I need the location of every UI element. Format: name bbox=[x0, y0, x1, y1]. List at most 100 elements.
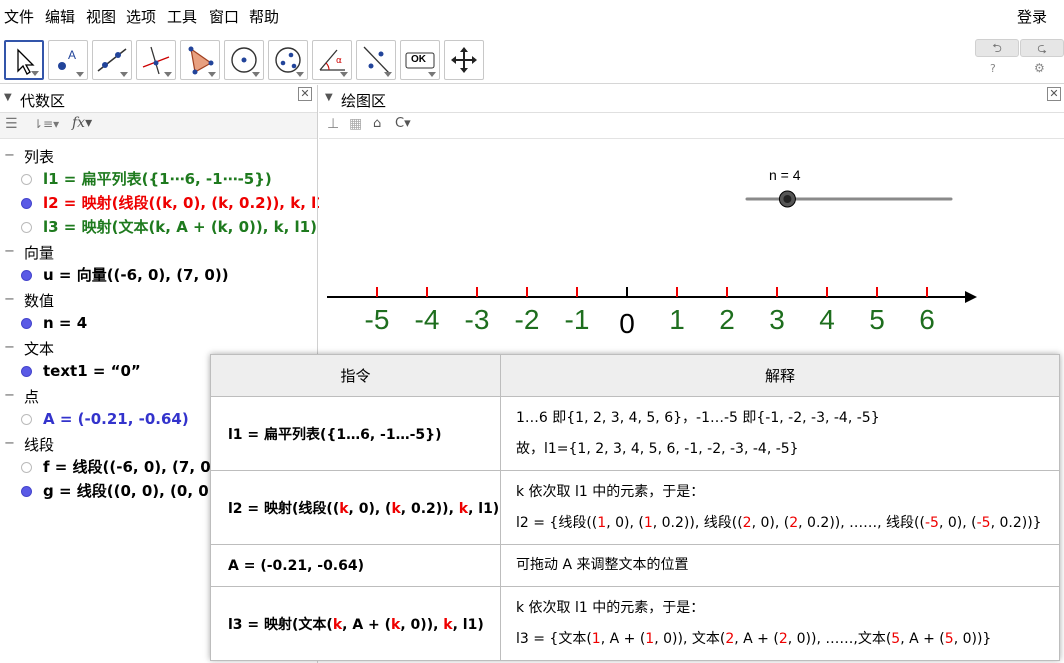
row-l2-desc: k 依次取 l1 中的元素，于是： l2 = {线段((1, 0), (1, 0… bbox=[500, 470, 1060, 545]
text-part: 2 bbox=[778, 630, 788, 647]
desc-line: k 依次取 l1 中的元素，于是： bbox=[516, 483, 705, 500]
settings-icon[interactable]: ⚙ bbox=[1034, 61, 1045, 75]
menu-window[interactable]: 窗口 bbox=[209, 8, 239, 26]
algebra-item[interactable]: l1 = 扁平列表({1⋯6, -1⋯-5}) bbox=[43, 170, 272, 188]
close-icon[interactable]: ✕ bbox=[1047, 87, 1061, 101]
menu-help[interactable]: 帮助 bbox=[249, 8, 279, 26]
row-l1-command: l1 = 扁平列表({1…6, -1…-5}) bbox=[210, 396, 501, 471]
desc-line: 1…6 即{1, 2, 3, 4, 5, 6}，-1…-5 即{-1, -2, … bbox=[516, 409, 880, 426]
menu-lines-icon[interactable]: ☰ bbox=[5, 116, 18, 132]
group-collapse-icon[interactable]: − bbox=[4, 292, 15, 307]
algebra-item[interactable]: n = 4 bbox=[43, 314, 87, 332]
text-part: 5 bbox=[944, 630, 954, 647]
text-part: , 0)), 文本( bbox=[654, 630, 726, 647]
text-part: k bbox=[339, 500, 349, 517]
text-part: , A + ( bbox=[900, 630, 945, 647]
group-collapse-icon[interactable]: − bbox=[4, 436, 15, 451]
collapse-triangle-icon[interactable]: ▼ bbox=[325, 92, 333, 103]
algebra-item[interactable]: f = 线段((-6, 0), (7, 0)) bbox=[43, 458, 224, 476]
login-button[interactable]: 登录 bbox=[1017, 8, 1047, 26]
algebra-item[interactable]: l2 = 映射(线段((k, 0), (k, 0.2)), k, l1) bbox=[43, 194, 334, 212]
graphics-header: ▼ 绘图区 ✕ bbox=[319, 85, 1064, 113]
circle-tool-button[interactable] bbox=[224, 40, 264, 80]
visibility-toggle[interactable] bbox=[21, 366, 32, 377]
text-part: -5 bbox=[924, 514, 939, 531]
text-part: l2 = {线段(( bbox=[516, 514, 598, 531]
row-l2-command: l2 = 映射(线段((k, 0), (k, 0.2)), k, l1) bbox=[210, 470, 501, 545]
algebra-item[interactable]: u = 向量((-6, 0), (7, 0)) bbox=[43, 266, 229, 284]
algebra-item[interactable]: text1 = “0” bbox=[43, 362, 141, 380]
menu-options[interactable]: 选项 bbox=[126, 8, 156, 26]
text-part: l2 = 映射(线段(( bbox=[228, 500, 340, 517]
move-tool-button[interactable] bbox=[4, 40, 44, 80]
group-collapse-icon[interactable]: − bbox=[4, 244, 15, 259]
algebra-item[interactable]: A = (-0.21, -0.64) bbox=[43, 410, 189, 428]
text-part: , 0), ( bbox=[938, 514, 977, 531]
undo-button[interactable]: ⮌ bbox=[975, 39, 1019, 57]
fx-icon[interactable]: fx▾ bbox=[72, 115, 92, 131]
close-icon[interactable]: ✕ bbox=[298, 87, 312, 101]
group-header: 文本 bbox=[24, 340, 55, 358]
axis-label: 4 bbox=[819, 304, 835, 335]
slider-knob-center bbox=[783, 195, 792, 203]
text-part: , 0), ( bbox=[348, 500, 392, 517]
group-header: 线段 bbox=[24, 436, 55, 454]
text-part: , 0)), bbox=[400, 616, 444, 633]
tick-group: -5 -4 -3 -2 -1 0 1 2 3 4 5 6 bbox=[365, 287, 935, 339]
polygon-tool-button[interactable] bbox=[180, 40, 220, 80]
axis-label: 1 bbox=[669, 304, 685, 335]
header-explanation: 解释 bbox=[500, 354, 1060, 397]
move-view-tool-button[interactable] bbox=[444, 40, 484, 80]
algebra-header: ▼ 代数区 ✕ bbox=[0, 85, 317, 113]
axes-icon[interactable]: ⊥ bbox=[327, 116, 339, 132]
menu-edit[interactable]: 编辑 bbox=[45, 8, 75, 26]
svg-text:α: α bbox=[336, 56, 342, 66]
circle-three-points-tool-button[interactable] bbox=[268, 40, 308, 80]
visibility-toggle[interactable] bbox=[21, 198, 32, 209]
algebra-item[interactable]: l3 = 映射(文本(k, A + (k, 0)), k, l1) bbox=[43, 218, 317, 236]
point-capture-icon[interactable]: C▾ bbox=[395, 116, 411, 131]
angle-tool-button[interactable]: α bbox=[312, 40, 352, 80]
collapse-triangle-icon[interactable]: ▼ bbox=[4, 92, 12, 103]
graphics-title: 绘图区 bbox=[341, 92, 387, 110]
row-l3-desc: k 依次取 l1 中的元素，于是： l3 = {文本(1, A + (1, 0)… bbox=[500, 586, 1060, 661]
menu-view[interactable]: 视图 bbox=[86, 8, 116, 26]
desc-line: l2 = {线段((1, 0), (1, 0.2)), 线段((2, 0), (… bbox=[516, 508, 1059, 539]
menu-file[interactable]: 文件 bbox=[4, 8, 34, 26]
text-part: , A + ( bbox=[734, 630, 779, 647]
redo-button[interactable]: ⮎ bbox=[1020, 39, 1064, 57]
axis-label: 6 bbox=[919, 304, 935, 335]
home-icon[interactable]: ⌂ bbox=[373, 116, 381, 131]
header-command: 指令 bbox=[210, 354, 501, 397]
visibility-toggle[interactable] bbox=[21, 270, 32, 281]
text-part: -5 bbox=[976, 514, 991, 531]
text-part: 1 bbox=[643, 514, 653, 531]
menu-tools[interactable]: 工具 bbox=[167, 8, 197, 26]
algebra-subtoolbar: ☰ ⇂≡▾ fx▾ bbox=[0, 113, 317, 139]
perpendicular-tool-button[interactable] bbox=[136, 40, 176, 80]
visibility-toggle[interactable] bbox=[21, 462, 32, 473]
help-icon[interactable]: ? bbox=[990, 62, 996, 75]
line-tool-button[interactable] bbox=[92, 40, 132, 80]
axis-label: -2 bbox=[515, 304, 540, 335]
text-part: k bbox=[458, 500, 469, 517]
reflect-tool-button[interactable] bbox=[356, 40, 396, 80]
slider-label: n = 4 bbox=[769, 167, 801, 183]
visibility-toggle[interactable] bbox=[21, 174, 32, 185]
button-tool-button[interactable]: OK bbox=[400, 40, 440, 80]
grid-icon[interactable]: ▦ bbox=[349, 116, 362, 132]
axis-label: 5 bbox=[869, 304, 885, 335]
visibility-toggle[interactable] bbox=[21, 486, 32, 497]
desc-line: l3 = {文本(1, A + (1, 0)), 文本(2, A + (2, 0… bbox=[516, 624, 1059, 655]
group-collapse-icon[interactable]: − bbox=[4, 388, 15, 403]
toolbar: A α OK ⮌ ⮎ ? ⚙ bbox=[0, 34, 1064, 84]
sort-icon[interactable]: ⇂≡▾ bbox=[33, 117, 59, 131]
point-tool-button[interactable]: A bbox=[48, 40, 88, 80]
text-part: , 0), ( bbox=[751, 514, 790, 531]
visibility-toggle[interactable] bbox=[21, 414, 32, 425]
group-collapse-icon[interactable]: − bbox=[4, 148, 15, 163]
visibility-toggle[interactable] bbox=[21, 318, 32, 329]
visibility-toggle[interactable] bbox=[21, 222, 32, 233]
group-collapse-icon[interactable]: − bbox=[4, 340, 15, 355]
text-part: k bbox=[443, 616, 453, 633]
